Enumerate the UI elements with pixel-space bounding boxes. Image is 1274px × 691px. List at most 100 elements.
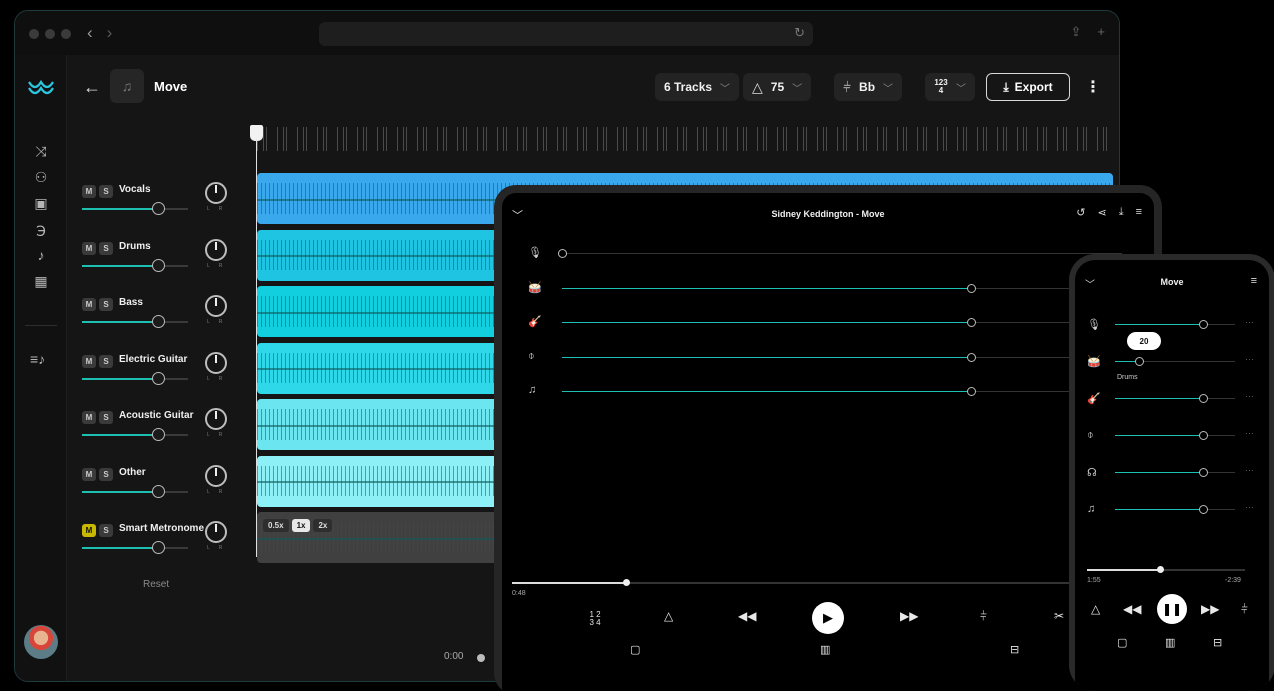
volume-knob[interactable] [152, 484, 166, 498]
split-tracks-icon[interactable]: ⤨ [30, 141, 52, 161]
rewind-icon[interactable]: ◀◀ [738, 609, 756, 623]
mute-button[interactable]: M [82, 354, 96, 368]
solo-button[interactable]: S [99, 411, 113, 424]
time-signature-icon[interactable]: 1 23 4 [588, 611, 602, 627]
mute-button[interactable]: M [82, 298, 96, 311]
guitar-tuner-icon[interactable]: ♪ [30, 245, 52, 265]
more-options-icon[interactable]: ⋮ [1085, 77, 1101, 97]
close-window-button[interactable] [29, 29, 39, 39]
lyrics-icon[interactable]: ▢ [630, 643, 640, 656]
drums-pad-icon[interactable]: ⊟ [1213, 636, 1222, 649]
pan-knob[interactable] [205, 182, 227, 204]
speed-option[interactable]: 0.5x [263, 519, 289, 532]
solo-button[interactable]: S [99, 524, 113, 537]
metronome-icon[interactable]: △ [1091, 602, 1100, 616]
new-tab-icon[interactable]: + [1097, 24, 1105, 40]
speed-option[interactable]: 1x [291, 519, 311, 532]
app-logo[interactable] [28, 79, 54, 100]
address-bar[interactable]: ↻ [319, 22, 813, 46]
volume-knob[interactable] [1198, 394, 1208, 403]
key-dropdown[interactable]: ⫩ Bb ﹀ [834, 73, 903, 101]
timeline-ruler[interactable] [257, 127, 1107, 151]
volume-knob[interactable] [1198, 431, 1208, 440]
more-dots-icon[interactable]: ··· [1245, 502, 1254, 512]
solo-button[interactable]: S [99, 467, 113, 481]
mute-button[interactable]: M [82, 467, 96, 481]
phone-volume-slider[interactable] [1115, 320, 1235, 329]
mute-button[interactable]: M [82, 411, 96, 424]
pan-knob[interactable] [205, 295, 227, 317]
phone-volume-slider[interactable] [1115, 357, 1235, 366]
browser-forward-icon[interactable]: › [107, 23, 113, 43]
voice-icon[interactable]: ⚇ [30, 167, 52, 187]
more-dots-icon[interactable]: ··· [1245, 317, 1254, 327]
volume-knob[interactable] [152, 202, 166, 215]
browser-back-icon[interactable]: ‹ [87, 23, 93, 43]
phone-volume-slider[interactable] [1115, 468, 1235, 477]
phone-progress-bar[interactable] [1087, 566, 1245, 573]
chords-icon[interactable]: ▥ [1165, 636, 1175, 649]
pan-knob[interactable] [205, 464, 227, 487]
scrub-handle[interactable] [477, 654, 485, 662]
volume-knob[interactable] [966, 318, 976, 327]
volume-slider[interactable] [82, 258, 188, 272]
scissors-icon[interactable]: ✂ [1054, 609, 1064, 623]
tablet-volume-slider[interactable] [562, 353, 1122, 362]
reset-button[interactable]: Reset [143, 579, 169, 590]
undo-icon[interactable]: ↺ [1076, 206, 1085, 219]
volume-knob[interactable] [966, 284, 976, 293]
lyrics-icon[interactable]: ▢ [1117, 636, 1127, 649]
more-dots-icon[interactable]: ··· [1245, 465, 1254, 475]
volume-knob[interactable] [152, 315, 166, 328]
share-icon[interactable]: ⇪ [1071, 24, 1082, 40]
tracks-dropdown[interactable]: 6 Tracks ﹀ [655, 73, 740, 101]
speaker-icon[interactable]: ▣ [30, 193, 52, 213]
tablet-volume-slider[interactable] [562, 318, 1122, 327]
pan-knob[interactable] [205, 238, 227, 261]
rewind-icon[interactable]: ◀◀ [1123, 602, 1141, 616]
volume-knob[interactable] [152, 541, 166, 554]
volume-slider[interactable] [82, 315, 188, 328]
key-icon[interactable]: ⫩ [1241, 602, 1248, 617]
pan-knob[interactable] [205, 408, 227, 430]
volume-slider[interactable] [82, 541, 188, 554]
fast-forward-icon[interactable]: ▶▶ [1201, 602, 1219, 616]
user-avatar[interactable] [24, 625, 58, 659]
menu-icon[interactable]: ≡ [1251, 275, 1257, 287]
pan-knob[interactable] [205, 521, 227, 543]
volume-knob[interactable] [152, 371, 166, 385]
volume-knob[interactable] [1198, 320, 1208, 329]
download-icon[interactable]: ⤓ [1119, 206, 1124, 219]
speed-option[interactable]: 2x [313, 519, 333, 532]
more-dots-icon[interactable]: ··· [1245, 391, 1254, 401]
progress-knob[interactable] [1156, 566, 1164, 573]
mute-button[interactable]: M [82, 241, 96, 255]
minimize-window-button[interactable] [45, 29, 55, 39]
pan-knob[interactable] [205, 351, 227, 374]
time-signature-dropdown[interactable]: 1234 ﹀ [925, 73, 975, 101]
tablet-volume-slider[interactable] [558, 249, 1122, 258]
phone-volume-slider[interactable] [1115, 394, 1235, 403]
volume-slider[interactable] [82, 428, 188, 441]
phone-volume-slider[interactable] [1115, 505, 1235, 514]
menu-icon[interactable]: ≡ [1136, 206, 1142, 219]
solo-button[interactable]: S [99, 185, 113, 198]
chords-icon[interactable]: ▥ [820, 643, 830, 656]
volume-knob[interactable] [966, 387, 976, 396]
mute-button[interactable]: M [82, 185, 96, 198]
export-button[interactable]: ⤓ Export [986, 73, 1070, 101]
volume-slider[interactable] [82, 202, 188, 215]
volume-knob[interactable] [152, 428, 166, 441]
back-arrow-icon[interactable]: ← [83, 77, 101, 98]
metronome-icon[interactable]: △ [664, 609, 673, 623]
tablet-volume-slider[interactable] [562, 387, 1122, 396]
volume-knob[interactable] [1198, 468, 1208, 477]
solo-button[interactable]: S [99, 298, 113, 311]
volume-knob[interactable] [152, 258, 166, 272]
tempo-dropdown[interactable]: △ 75 ﹀ [743, 73, 812, 101]
share-icon[interactable]: ⋖ [1097, 206, 1106, 219]
drums-pad-icon[interactable]: ⊟ [1010, 643, 1019, 656]
reload-icon[interactable]: ↻ [794, 25, 805, 41]
mute-button[interactable]: M [82, 524, 96, 537]
volume-knob[interactable] [558, 249, 567, 258]
